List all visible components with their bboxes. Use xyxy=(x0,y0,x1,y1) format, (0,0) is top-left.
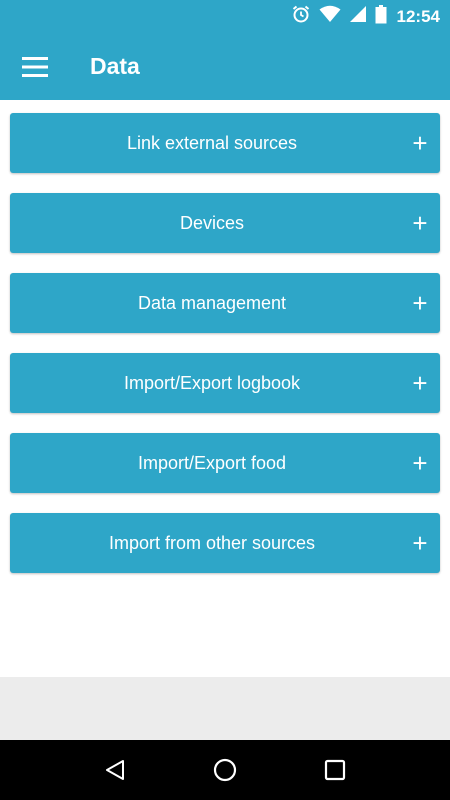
status-bar: 12:54 xyxy=(0,0,450,33)
plus-icon[interactable]: + xyxy=(400,273,440,333)
section-label: Import/Export food xyxy=(137,452,287,473)
section-devices[interactable]: Devices + xyxy=(10,193,440,253)
alarm-icon xyxy=(291,4,311,29)
section-data-management[interactable]: Data management + xyxy=(10,273,440,333)
section-link-external-sources[interactable]: Link external sources + xyxy=(10,113,440,173)
recents-icon[interactable] xyxy=(315,750,355,790)
app-bar: Data xyxy=(0,33,450,100)
section-import-from-other-sources[interactable]: Import from other sources + xyxy=(10,513,440,573)
plus-icon[interactable]: + xyxy=(400,513,440,573)
wifi-icon xyxy=(319,5,341,28)
plus-icon[interactable]: + xyxy=(400,113,440,173)
status-time: 12:54 xyxy=(396,6,440,26)
section-label: Import from other sources xyxy=(108,532,316,553)
page-title: Data xyxy=(90,53,140,79)
section-label: Import/Export logbook xyxy=(123,372,301,393)
system-nav-bar xyxy=(0,740,450,800)
section-label: Devices xyxy=(179,212,245,233)
plus-icon[interactable]: + xyxy=(400,433,440,493)
section-label: Data management xyxy=(137,292,287,313)
plus-icon[interactable]: + xyxy=(400,193,440,253)
home-icon[interactable] xyxy=(205,750,245,790)
section-list: Link external sources + Devices + Data m… xyxy=(10,113,440,593)
plus-icon[interactable]: + xyxy=(400,353,440,413)
section-import-export-logbook[interactable]: Import/Export logbook + xyxy=(10,353,440,413)
back-icon[interactable] xyxy=(95,750,135,790)
signal-icon xyxy=(349,5,367,28)
footer-area xyxy=(0,677,450,740)
status-icons xyxy=(291,4,387,29)
section-import-export-food[interactable]: Import/Export food + xyxy=(10,433,440,493)
section-label: Link external sources xyxy=(126,132,298,153)
hamburger-menu-icon[interactable] xyxy=(0,33,70,100)
battery-icon xyxy=(375,4,387,29)
